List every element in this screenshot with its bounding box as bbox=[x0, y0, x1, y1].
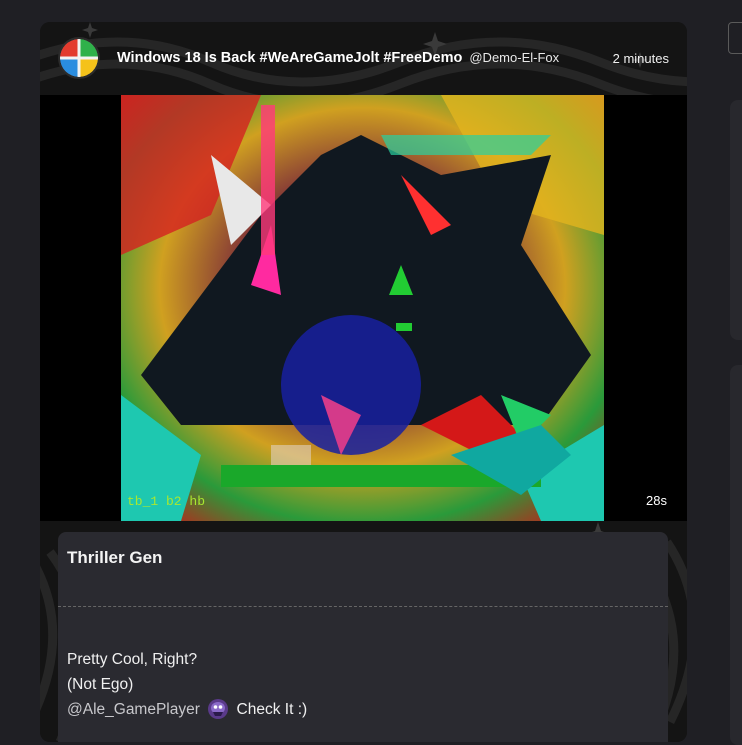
windows-logo-icon bbox=[60, 39, 98, 77]
side-panel-lower bbox=[730, 365, 742, 745]
video-duration: 28s bbox=[646, 493, 667, 508]
card-title: Thriller Gen bbox=[67, 548, 163, 567]
post-header: Windows 18 Is Back #WeAreGameJolt #FreeD… bbox=[40, 22, 687, 94]
post-username[interactable]: @Demo-El-Fox bbox=[469, 50, 559, 65]
divider bbox=[58, 606, 668, 607]
body-line-2: (Not Ego) bbox=[67, 676, 134, 693]
avatar[interactable] bbox=[58, 37, 100, 79]
video-player[interactable]: tb_1 b2 hb 28s bbox=[40, 95, 687, 521]
card-body: Pretty Cool, Right? (Not Ego) @Ale_GameP… bbox=[67, 647, 307, 722]
body-line-3: @Ale_GamePlayer Check It :) bbox=[67, 697, 307, 722]
body-line-1: Pretty Cool, Right? bbox=[67, 651, 198, 668]
user-mention[interactable]: @Ale_GamePlayer bbox=[67, 701, 200, 718]
video-frame: tb_1 b2 hb bbox=[121, 95, 604, 521]
post-title[interactable]: Windows 18 Is Back #WeAreGameJolt #FreeD… bbox=[117, 50, 462, 66]
video-overlay-text: tb_1 b2 hb bbox=[127, 494, 205, 509]
post-title-line: Windows 18 Is Back #WeAreGameJolt #FreeD… bbox=[117, 50, 559, 66]
post-card[interactable]: Windows 18 Is Back #WeAreGameJolt #FreeD… bbox=[40, 22, 687, 742]
mention-suffix: Check It :) bbox=[236, 701, 308, 718]
side-button[interactable] bbox=[728, 22, 742, 54]
video-thumbnail: tb_1 b2 hb bbox=[121, 95, 604, 521]
post-timestamp: 2 minutes bbox=[612, 51, 669, 66]
post-content-card: Thriller Gen Pretty Cool, Right? (Not Eg… bbox=[58, 532, 668, 742]
purple-ghost-emoji-icon bbox=[207, 698, 229, 720]
side-panel bbox=[730, 100, 742, 340]
